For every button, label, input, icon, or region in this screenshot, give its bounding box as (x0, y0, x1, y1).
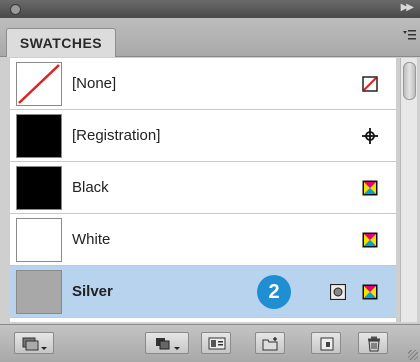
tab-swatches[interactable]: SWATCHES (6, 28, 116, 57)
process-color-icon (362, 180, 378, 196)
swatch-none-thumbnail (16, 62, 62, 106)
spot-color-icon (329, 283, 347, 301)
tab-row: SWATCHES (0, 18, 420, 57)
resize-grip-icon[interactable] (408, 350, 418, 360)
swatch-row-registration[interactable]: [Registration] (10, 110, 396, 162)
new-color-group-button[interactable] (255, 332, 285, 354)
new-swatch-button[interactable] (311, 332, 341, 354)
vertical-scrollbar[interactable] (400, 58, 417, 322)
swatch-silver-thumbnail (16, 270, 62, 314)
panel-bottom-toolbar (0, 324, 420, 362)
swatch-name: [Registration] (72, 127, 161, 144)
swatch-name: White (72, 231, 111, 248)
swatch-libraries-menu-button[interactable] (14, 332, 54, 354)
process-color-icon (362, 232, 378, 248)
process-color-icon (362, 284, 378, 300)
new-color-group-icon (262, 337, 278, 351)
show-swatch-kinds-icon (156, 338, 180, 350)
collapse-arrows-icon[interactable]: ▶▶ (401, 2, 414, 13)
scrollbar-thumb[interactable] (403, 62, 416, 100)
swatch-registration-thumbnail (16, 114, 62, 158)
none-icon (362, 76, 378, 92)
swatch-libraries-menu-icon (22, 337, 47, 351)
swatch-white-thumbnail (16, 218, 62, 262)
swatch-options-button[interactable] (201, 332, 231, 354)
registration-target-icon (362, 128, 378, 144)
close-icon[interactable] (10, 4, 21, 15)
swatch-name: Black (72, 179, 109, 196)
swatches-panel: ▶▶ SWATCHES [None] [Registration] Black … (0, 0, 420, 362)
new-swatch-icon (320, 337, 334, 351)
callout-badge: 2 (257, 275, 291, 309)
panel-menu-icon[interactable] (402, 28, 416, 42)
delete-swatch-icon (368, 336, 380, 352)
swatch-row-silver[interactable]: Silver 2 (10, 266, 396, 318)
swatch-row-black[interactable]: Black (10, 162, 396, 214)
swatch-list: [None] [Registration] Black White Silver… (10, 58, 396, 322)
swatch-name: [None] (72, 75, 117, 92)
delete-swatch-button[interactable] (358, 332, 388, 354)
swatch-black-thumbnail (16, 166, 62, 210)
show-swatch-kinds-button[interactable] (145, 332, 189, 354)
swatch-name: Silver (72, 283, 113, 300)
swatch-row-white[interactable]: White (10, 214, 396, 266)
swatch-options-icon (208, 337, 226, 350)
panel-titlebar: ▶▶ (0, 0, 420, 18)
swatch-row-none[interactable]: [None] (10, 58, 396, 110)
